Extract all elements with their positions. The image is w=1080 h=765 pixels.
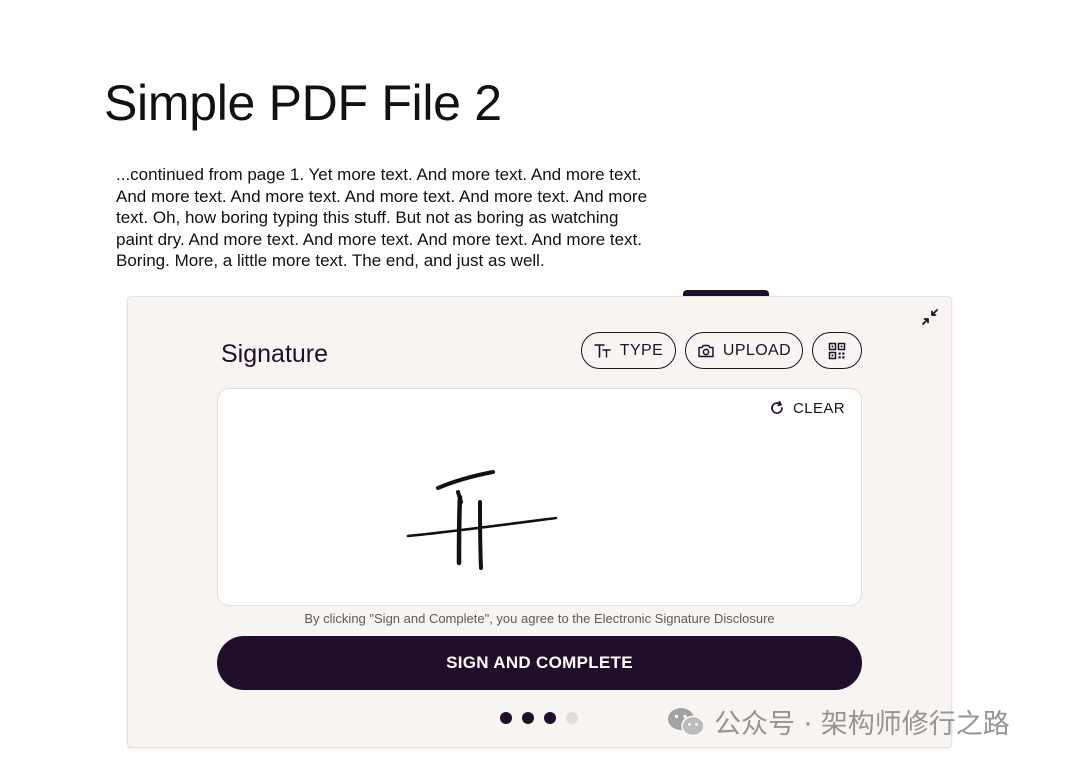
clear-button[interactable]: CLEAR <box>769 398 845 418</box>
qr-code-icon <box>828 342 846 359</box>
upload-button[interactable]: UPLOAD <box>685 332 803 369</box>
clear-button-label: CLEAR <box>793 399 846 417</box>
upload-button-label: UPLOAD <box>722 341 792 359</box>
step-indicator <box>500 712 578 724</box>
step-dot <box>566 712 578 724</box>
collapse-button[interactable] <box>919 306 941 328</box>
camera-icon <box>698 344 714 357</box>
wechat-icon <box>668 707 705 736</box>
document-title: Simple PDF File 2 <box>104 75 502 131</box>
collapse-arrows-icon <box>922 309 938 325</box>
step-dot <box>544 712 556 724</box>
step-dot <box>500 712 512 724</box>
text-size-icon <box>593 343 611 358</box>
step-dot <box>522 712 534 724</box>
document-body: ...continued from page 1. Yet more text.… <box>116 165 648 271</box>
page: Simple PDF File 2 ...continued from page… <box>0 0 1080 765</box>
watermark-text: 公众号 · 架构师修行之路 <box>714 709 1010 740</box>
type-button[interactable]: TYPE <box>581 332 676 369</box>
refresh-icon <box>771 400 783 414</box>
signature-title: Signature <box>221 340 329 368</box>
watermark: 公众号 · 架构师修行之路 <box>666 702 1010 741</box>
drawn-signature <box>406 470 558 570</box>
type-button-label: TYPE <box>619 341 664 359</box>
sign-and-complete-button[interactable]: SIGN AND COMPLETE <box>217 636 862 690</box>
signature-disclosure: By clicking "Sign and Complete", you agr… <box>304 611 775 626</box>
qr-code-button[interactable] <box>812 332 862 369</box>
